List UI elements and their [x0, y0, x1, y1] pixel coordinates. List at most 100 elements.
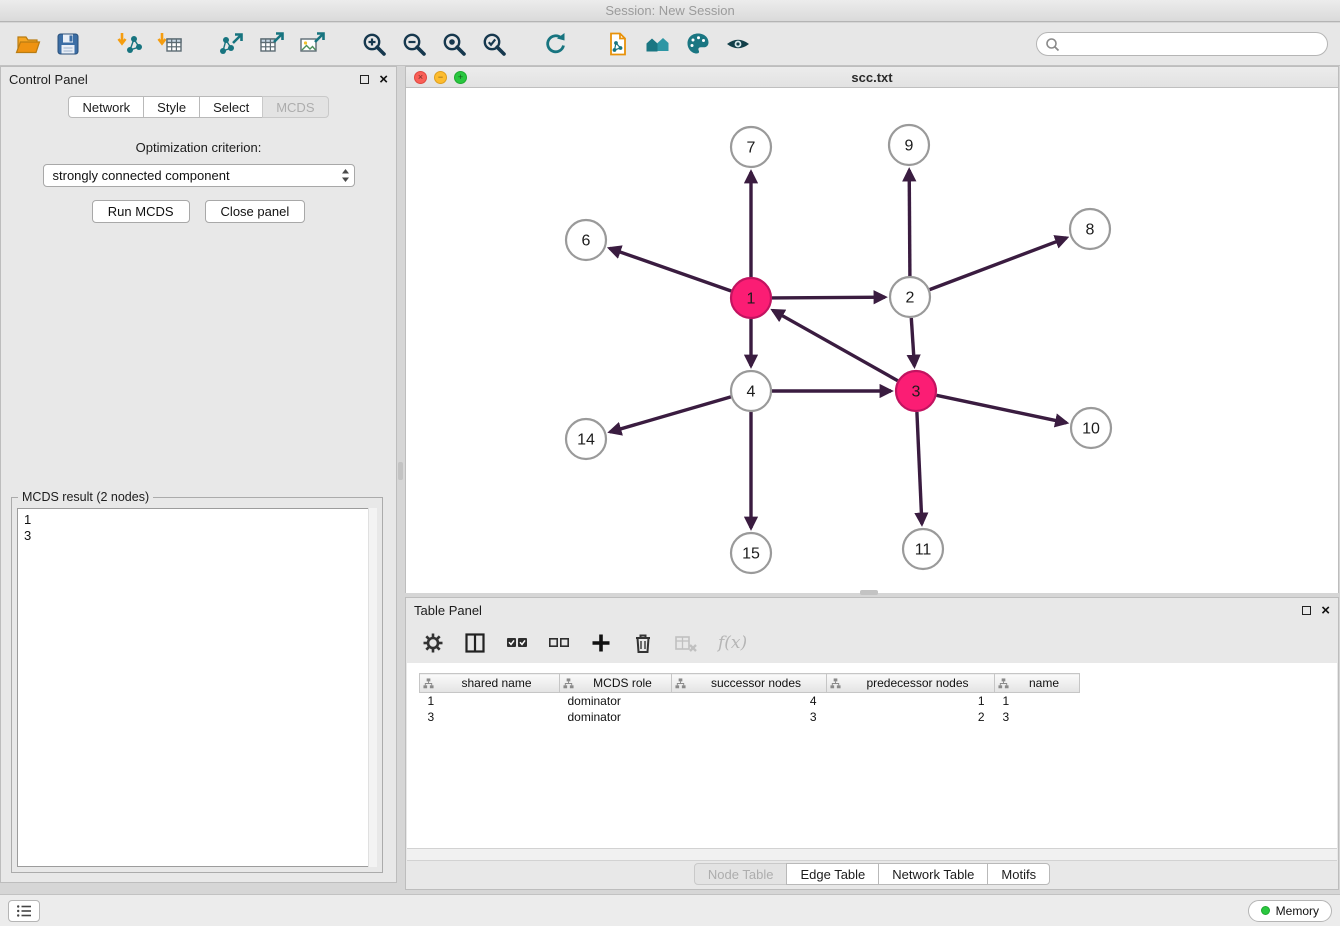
- unselect-all-button[interactable]: [548, 632, 570, 654]
- search-box[interactable]: [1036, 32, 1328, 56]
- node-2[interactable]: 2: [890, 277, 930, 317]
- tab-edge-table[interactable]: Edge Table: [786, 863, 879, 885]
- export-image-button[interactable]: [296, 28, 328, 60]
- add-row-button[interactable]: [590, 632, 612, 654]
- close-panel-button[interactable]: Close panel: [205, 200, 306, 223]
- show-columns-button[interactable]: [464, 632, 486, 654]
- edge-4-14[interactable]: [610, 397, 731, 432]
- table-row[interactable]: 3dominator323: [420, 709, 1080, 725]
- refresh-view-button[interactable]: [540, 28, 572, 60]
- toolbar-group-refresh: [540, 28, 572, 60]
- import-network-button[interactable]: [114, 28, 146, 60]
- run-mcds-button[interactable]: Run MCDS: [92, 200, 190, 223]
- cell-shared-name[interactable]: 1: [420, 693, 560, 709]
- column-header-successor-nodes[interactable]: successor nodes: [672, 674, 827, 693]
- network-document-button[interactable]: [602, 28, 634, 60]
- columns-icon: [464, 632, 486, 654]
- cell-predecessor-nodes[interactable]: 1: [827, 693, 995, 709]
- node-label: 6: [582, 233, 591, 250]
- cell-successor-nodes[interactable]: 3: [672, 709, 827, 725]
- cell-MCDS-role[interactable]: dominator: [560, 709, 672, 725]
- minimize-window-button[interactable]: −: [434, 71, 447, 84]
- cell-shared-name[interactable]: 3: [420, 709, 560, 725]
- panel-list-button[interactable]: [8, 900, 40, 922]
- close-window-button[interactable]: ×: [414, 71, 427, 84]
- dropdown-arrows-icon: [341, 168, 350, 183]
- maximize-window-button[interactable]: +: [454, 71, 467, 84]
- node-1[interactable]: 1: [731, 278, 771, 318]
- tab-select[interactable]: Select: [199, 96, 263, 118]
- result-scrollbar[interactable]: [368, 508, 377, 867]
- node-6[interactable]: 6: [566, 220, 606, 260]
- node-14[interactable]: 14: [566, 419, 606, 459]
- show-hide-button[interactable]: [722, 28, 754, 60]
- export-table-button[interactable]: [256, 28, 288, 60]
- tab-style[interactable]: Style: [143, 96, 200, 118]
- node-11[interactable]: 11: [903, 529, 943, 569]
- edge-1-6[interactable]: [610, 248, 732, 291]
- horizontal-splitter-handle[interactable]: [860, 590, 878, 595]
- refresh-icon: [543, 31, 569, 57]
- table-row[interactable]: 1dominator411: [420, 693, 1080, 709]
- cell-MCDS-role[interactable]: dominator: [560, 693, 672, 709]
- node-9[interactable]: 9: [889, 125, 929, 165]
- zoom-fit-button[interactable]: [438, 28, 470, 60]
- edge-3-10[interactable]: [937, 395, 1067, 423]
- close-control-panel-button[interactable]: ×: [379, 72, 388, 87]
- float-table-panel-button[interactable]: [1302, 606, 1311, 615]
- tab-node-table[interactable]: Node Table: [694, 863, 788, 885]
- zoom-selected-button[interactable]: [478, 28, 510, 60]
- open-folder-icon: [15, 31, 41, 57]
- node-10[interactable]: 10: [1071, 408, 1111, 448]
- float-control-panel-button[interactable]: [360, 75, 369, 84]
- node-15[interactable]: 15: [731, 533, 771, 573]
- edge-2-3[interactable]: [911, 318, 914, 366]
- cell-predecessor-nodes[interactable]: 2: [827, 709, 995, 725]
- column-header-predecessor-nodes[interactable]: predecessor nodes: [827, 674, 995, 693]
- cell-successor-nodes[interactable]: 4: [672, 693, 827, 709]
- network-canvas[interactable]: 7 9 6 8 1 2 4 3 14 10 15 11: [406, 88, 1338, 593]
- function-builder-button[interactable]: f(x): [718, 633, 747, 653]
- column-header-shared-name[interactable]: shared name: [420, 674, 560, 693]
- tab-motifs[interactable]: Motifs: [987, 863, 1050, 885]
- edge-2-8[interactable]: [930, 238, 1067, 290]
- edge-3-11[interactable]: [917, 412, 922, 524]
- table-horizontal-scrollbar[interactable]: [407, 848, 1337, 861]
- table-settings-button[interactable]: [422, 632, 444, 654]
- search-input[interactable]: [1065, 37, 1319, 52]
- optimization-dropdown[interactable]: strongly connected component: [43, 164, 355, 187]
- zoom-in-button[interactable]: [358, 28, 390, 60]
- node-8[interactable]: 8: [1070, 209, 1110, 249]
- mcds-result-text[interactable]: 1 3: [17, 508, 377, 867]
- node-label: 8: [1086, 222, 1095, 239]
- tab-mcds[interactable]: MCDS: [262, 96, 328, 118]
- control-panel-title: Control Panel: [9, 72, 88, 87]
- node-4[interactable]: 4: [731, 371, 771, 411]
- column-header-MCDS-role[interactable]: MCDS role: [560, 674, 672, 693]
- cell-name[interactable]: 3: [995, 709, 1080, 725]
- delete-table-button[interactable]: [674, 632, 698, 654]
- vertical-splitter-handle[interactable]: [398, 462, 403, 480]
- close-table-panel-button[interactable]: ×: [1321, 603, 1330, 618]
- delete-row-button[interactable]: [632, 632, 654, 654]
- edge-2-9[interactable]: [909, 170, 910, 276]
- network-graph[interactable]: 7 9 6 8 1 2 4 3 14 10 15 11: [406, 88, 1338, 593]
- export-network-button[interactable]: [216, 28, 248, 60]
- edge-1-2[interactable]: [772, 297, 885, 298]
- edge-3-1[interactable]: [773, 310, 898, 380]
- node-3[interactable]: 3: [896, 371, 936, 411]
- node-label: 4: [747, 384, 756, 401]
- open-session-button[interactable]: [12, 28, 44, 60]
- select-all-button[interactable]: [506, 632, 528, 654]
- tab-network-table[interactable]: Network Table: [878, 863, 988, 885]
- import-table-button[interactable]: [154, 28, 186, 60]
- tab-network[interactable]: Network: [68, 96, 144, 118]
- memory-button[interactable]: Memory: [1248, 900, 1332, 922]
- zoom-out-button[interactable]: [398, 28, 430, 60]
- style-palette-button[interactable]: [682, 28, 714, 60]
- column-header-name[interactable]: name: [995, 674, 1080, 693]
- node-7[interactable]: 7: [731, 127, 771, 167]
- save-session-button[interactable]: [52, 28, 84, 60]
- home-button[interactable]: [642, 28, 674, 60]
- cell-name[interactable]: 1: [995, 693, 1080, 709]
